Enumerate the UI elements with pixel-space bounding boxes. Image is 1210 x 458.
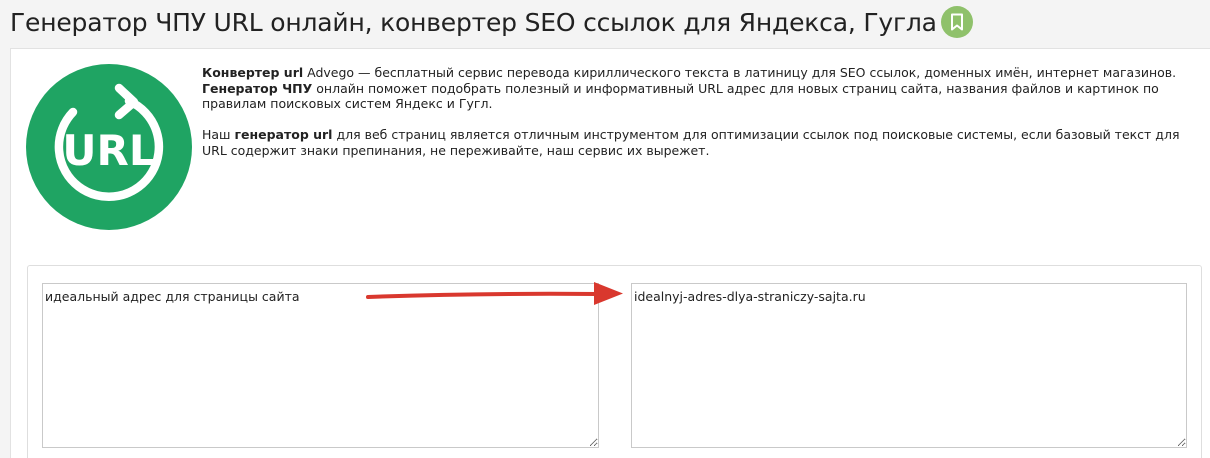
page-title: Генератор ЧПУ URL онлайн, конвертер SEO … [10,6,973,38]
converter-box: идеальный адрес для страницы сайта ideal… [27,265,1202,458]
logo-text: URL [62,126,155,175]
result-url-output[interactable]: idealnyj-adres-dlya-straniczy-sajta.ru [631,283,1187,448]
content-panel: URL Конвертер url Advego — бесплатный се… [10,48,1210,458]
service-description: Конвертер url Advego — бесплатный сервис… [202,65,1192,174]
page-title-text: Генератор ЧПУ URL онлайн, конвертер SEO … [10,7,937,37]
description-text: Advego — бесплатный сервис перевода кири… [303,65,1177,80]
url-logo-icon: URL [26,64,192,230]
description-paragraph-1: Конвертер url Advego — бесплатный сервис… [202,65,1192,112]
bookmark-icon[interactable] [940,6,973,38]
bold-generator-url: генератор url [234,127,333,142]
description-text: онлайн поможет подобрать полезный и инфо… [202,80,1159,112]
bold-converter-url: Конвертер url [202,65,304,80]
bold-generator-chpu: Генератор ЧПУ [202,80,313,96]
description-paragraph-2: Наш генератор url для веб страниц являет… [202,127,1192,158]
description-text: для веб страниц является отличным инстру… [202,127,1180,158]
arrow-right-icon [366,282,623,305]
description-text: Наш [202,127,235,142]
